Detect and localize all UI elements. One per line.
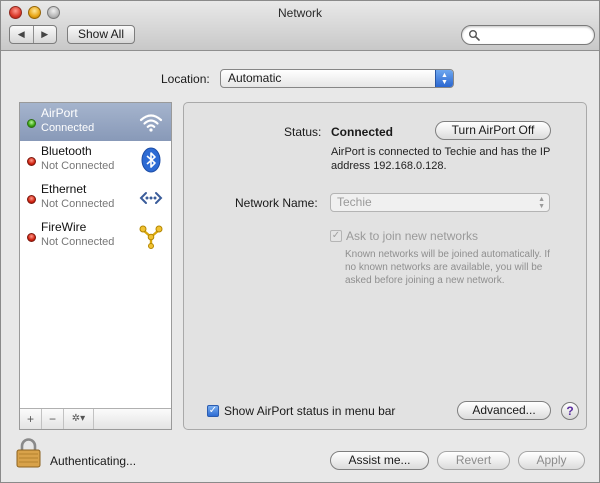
- lock-icon[interactable]: [15, 438, 42, 468]
- service-item-firewire[interactable]: FireWire Not Connected: [20, 217, 171, 255]
- network-services-list: AirPort Connected Bluetooth Not Connecte…: [19, 102, 172, 430]
- back-forward-control: ◀ ▶: [9, 25, 57, 44]
- popup-arrows-icon: ▲ ▼: [538, 196, 545, 210]
- help-button[interactable]: ?: [561, 402, 579, 420]
- revert-button[interactable]: Revert: [437, 451, 510, 470]
- service-item-airport[interactable]: AirPort Connected: [20, 103, 171, 141]
- location-value: Automatic: [228, 71, 282, 85]
- apply-button[interactable]: Apply: [518, 451, 585, 470]
- status-indicator-green: [27, 119, 36, 128]
- status-description: AirPort is connected to Techie and has t…: [331, 146, 551, 172]
- ask-to-join-checkbox[interactable]: ✓: [330, 230, 342, 242]
- search-icon: [469, 30, 480, 41]
- service-name: Ethernet: [41, 182, 87, 196]
- service-item-bluetooth[interactable]: Bluetooth Not Connected: [20, 141, 171, 179]
- back-arrow-icon[interactable]: ◀: [10, 26, 33, 43]
- status-indicator-red: [27, 195, 36, 204]
- ask-to-join-description: Known networks will be joined automatica…: [345, 249, 550, 286]
- show-status-menu-checkbox[interactable]: ✓: [207, 405, 219, 417]
- firewire-icon: [139, 225, 163, 249]
- wifi-icon: [139, 114, 163, 132]
- service-status: Not Connected: [41, 160, 115, 172]
- show-all-button[interactable]: Show All: [67, 25, 135, 44]
- remove-service-button[interactable]: −: [42, 409, 64, 429]
- location-label: Location:: [161, 72, 210, 86]
- forward-arrow-icon[interactable]: ▶: [32, 26, 57, 43]
- service-name: FireWire: [41, 220, 87, 234]
- search-input[interactable]: [482, 28, 590, 42]
- network-name-popup[interactable]: Techie ▲ ▼: [330, 193, 550, 212]
- network-preferences-window: Network ◀ ▶ Show All Location: Automatic…: [0, 0, 600, 483]
- status-label: Status:: [284, 125, 322, 139]
- search-field[interactable]: [461, 25, 595, 45]
- sidebar-footer: + − ✲▾: [20, 408, 171, 429]
- action-menu-button[interactable]: ✲▾: [64, 409, 94, 429]
- bluetooth-icon: [141, 147, 161, 173]
- add-service-button[interactable]: +: [20, 409, 42, 429]
- service-status: Not Connected: [41, 236, 115, 248]
- turn-airport-off-button[interactable]: Turn AirPort Off: [435, 121, 551, 140]
- network-name-label: Network Name:: [235, 196, 318, 210]
- ask-to-join-label: Ask to join new networks: [346, 229, 479, 243]
- assist-me-button[interactable]: Assist me...: [330, 451, 429, 470]
- show-status-menu-label: Show AirPort status in menu bar: [224, 404, 396, 418]
- service-status: Connected: [41, 122, 95, 134]
- network-name-value: Techie: [337, 195, 372, 209]
- service-item-ethernet[interactable]: Ethernet Not Connected: [20, 179, 171, 217]
- advanced-button[interactable]: Advanced...: [457, 401, 551, 420]
- service-name: Bluetooth: [41, 144, 92, 158]
- location-popup[interactable]: Automatic ▲ ▼: [220, 69, 454, 88]
- ethernet-icon: [139, 192, 163, 204]
- service-name: AirPort: [41, 106, 78, 120]
- status-value: Connected: [331, 125, 394, 139]
- window-title: Network: [277, 6, 322, 20]
- service-detail-panel: Status: Connected Turn AirPort Off AirPo…: [183, 102, 587, 430]
- popup-arrows-icon: ▲ ▼: [435, 70, 453, 87]
- window-toolbar: Network ◀ ▶ Show All: [1, 1, 599, 51]
- status-indicator-red: [27, 233, 36, 242]
- service-status: Not Connected: [41, 198, 115, 210]
- status-indicator-red: [27, 157, 36, 166]
- authenticating-status: Authenticating...: [50, 454, 137, 468]
